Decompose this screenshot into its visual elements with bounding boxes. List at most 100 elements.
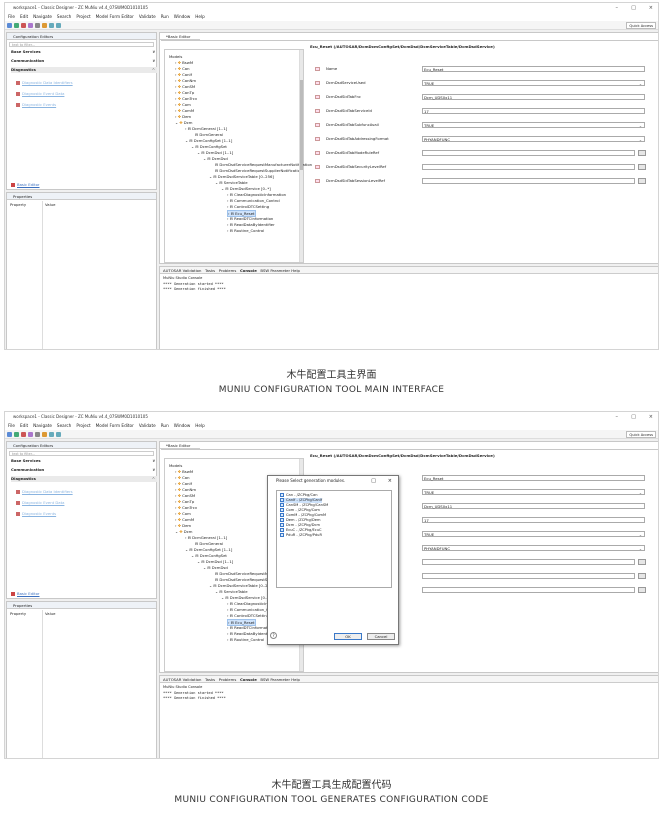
tree-item[interactable]: › ✤ Can	[175, 475, 190, 480]
mode-rule-ref-input[interactable]	[422, 150, 635, 156]
tree-item[interactable]: › ⊟ DcmGeneral [1..1]	[185, 126, 227, 131]
menu-search[interactable]: Search	[57, 14, 71, 19]
category-base-services[interactable]: Base Services ¥	[11, 49, 157, 55]
browse-button[interactable]	[638, 559, 646, 565]
tree-item[interactable]: ⌄ ⊟ DcmDsd [1..1]	[197, 559, 233, 564]
tree-item[interactable]: › ⊟ ControlDTCSetting	[227, 613, 269, 618]
tab-problems[interactable]: Problems	[219, 268, 237, 273]
tree-item[interactable]: ⌄ ⊟ DcmDsdServiceTable [0..256]	[209, 583, 274, 588]
forward-icon[interactable]	[56, 432, 61, 437]
service-id-input[interactable]: 17	[422, 108, 645, 114]
generate-icon[interactable]	[28, 23, 33, 28]
tab-autosar-validation[interactable]: AUTOSAR Validation	[163, 268, 201, 273]
tree-item[interactable]: ⌄ ⊟ DcmConfigSet [1..1]	[185, 547, 232, 552]
tree-item[interactable]: › ⊟ ReadDTCInformation	[227, 216, 273, 221]
link-diagnostic-event-data[interactable]: Diagnostic Event Data	[16, 500, 64, 505]
run-icon[interactable]	[42, 432, 47, 437]
tree-item[interactable]: ⊟ DcmDsdServiceRequestManufacturerNotifi…	[215, 162, 312, 167]
mode-rule-ref-input[interactable]	[422, 559, 635, 565]
security-level-ref-input[interactable]	[422, 573, 635, 579]
save-icon[interactable]	[14, 23, 19, 28]
models-tree[interactable]: Models › ✤ BswM › ✤ Can › ✤ CanIf › ✤ Ca…	[164, 49, 312, 263]
menu-run[interactable]: Run	[161, 423, 169, 428]
close-button[interactable]: ×	[649, 3, 653, 13]
subfunc-avail-select[interactable]: TRUE ⌄	[422, 122, 645, 128]
tree-item[interactable]: › ✤ CanTp	[175, 499, 194, 504]
back-icon[interactable]	[49, 432, 54, 437]
tree-item[interactable]: › ✤ CanIf	[175, 72, 192, 77]
tree-item[interactable]: ⌄ ⊟ DcmConfigSet [1..1]	[185, 138, 232, 143]
menu-window[interactable]: Window	[174, 14, 191, 19]
tree-item[interactable]: › ✤ Com	[175, 102, 191, 107]
tree-item[interactable]: ⊟ DcmGeneral	[195, 541, 223, 546]
menu-window[interactable]: Window	[174, 423, 191, 428]
menu-validate[interactable]: Validate	[139, 423, 156, 428]
category-diagnostics[interactable]: Diagnostics ^	[11, 476, 157, 482]
link-diagnostic-data-identifiers[interactable]: Diagnostic Data Identifiers	[16, 489, 73, 494]
tree-item[interactable]: ⌄ ⊟ DcmDsdService [0..*]	[221, 595, 271, 600]
menu-file[interactable]: File	[8, 14, 15, 19]
properties-tab[interactable]: Properties	[7, 602, 156, 609]
save-icon[interactable]	[14, 432, 19, 437]
link-diagnostic-events[interactable]: Diagnostic Events	[16, 511, 56, 516]
close-button[interactable]: ×	[649, 412, 653, 422]
tree-item[interactable]: › ✤ Dem	[175, 114, 191, 119]
generate-icon[interactable]	[28, 432, 33, 437]
category-diagnostics[interactable]: Diagnostics ^	[11, 67, 157, 73]
addressing-format-select[interactable]: PHYANDFUNC ⌄	[422, 136, 645, 142]
tree-item[interactable]: ⌄ ⊟ DcmDsdService [0..*]	[221, 186, 271, 191]
tree-item[interactable]: › ✤ CanNm	[175, 487, 196, 492]
tree-item[interactable]: › ✤ ComM	[175, 108, 194, 113]
ok-button[interactable]: OK	[334, 633, 362, 640]
tree-item[interactable]: › ⊟ Routine_Control	[227, 637, 264, 642]
menu-project[interactable]: Project	[76, 423, 90, 428]
tree-item[interactable]: › ✤ ComM	[175, 517, 194, 522]
addressing-format-select[interactable]: PHYANDFUNC ⌄	[422, 545, 645, 551]
tree-item[interactable]: › ✤ CanTp	[175, 90, 194, 95]
back-icon[interactable]	[49, 23, 54, 28]
tree-item[interactable]: › ✤ CanSM	[175, 493, 195, 498]
link-diagnostic-events[interactable]: Diagnostic Events	[16, 102, 56, 107]
tree-item[interactable]: › ✤ BswM	[175, 60, 193, 65]
browse-button[interactable]	[638, 587, 646, 593]
forward-icon[interactable]	[56, 23, 61, 28]
tab-autosar-validation[interactable]: AUTOSAR Validation	[163, 677, 201, 682]
settings-icon[interactable]	[35, 23, 40, 28]
maximize-button[interactable]: □	[631, 3, 636, 13]
tree-item[interactable]: › ✤ CanTrcv	[175, 96, 197, 101]
tab-console[interactable]: Console	[240, 268, 257, 273]
configuration-editors-tab[interactable]: Configuration Editors	[7, 442, 156, 449]
link-diagnostic-event-data[interactable]: Diagnostic Event Data	[16, 91, 64, 96]
tree-item[interactable]: ⌄ ⊟ DcmDsd	[203, 156, 228, 161]
security-level-ref-input[interactable]	[422, 164, 635, 170]
menu-project[interactable]: Project	[76, 14, 90, 19]
service-used-select[interactable]: TRUE ⌄	[422, 489, 645, 495]
name-input[interactable]: Ecu_Reset	[422, 475, 645, 481]
tree-item[interactable]: › ⊟ ReadDataByIdentifier	[227, 222, 275, 227]
menu-help[interactable]: Help	[195, 14, 205, 19]
tree-scrollbar[interactable]	[299, 50, 303, 262]
filter-input[interactable]: text to filter...	[9, 42, 154, 47]
tree-item[interactable]: › ✤ CanNm	[175, 78, 196, 83]
minimize-button[interactable]: –	[616, 3, 619, 13]
menu-help[interactable]: Help	[195, 423, 205, 428]
settings-icon[interactable]	[35, 432, 40, 437]
session-level-ref-input[interactable]	[422, 178, 635, 184]
tree-item[interactable]: › ⊟ DcmGeneral [1..1]	[185, 535, 227, 540]
new-icon[interactable]	[7, 23, 12, 28]
cancel-button[interactable]: Cancel	[367, 633, 395, 640]
tab-bsw-parameter-help[interactable]: BSW Parameter Help	[260, 268, 300, 273]
maximize-button[interactable]: □	[631, 412, 636, 422]
tree-item[interactable]: › ✤ Can	[175, 66, 190, 71]
tab-tasks[interactable]: Tasks	[205, 268, 215, 273]
category-communication[interactable]: Communication ¥	[11, 58, 157, 64]
tree-item[interactable]: ⌄ ✤ Dcm	[175, 120, 193, 125]
link-diagnostic-data-identifiers[interactable]: Diagnostic Data Identifiers	[16, 80, 73, 85]
basic-editor-link[interactable]: Basic Editor	[11, 591, 40, 596]
category-communication[interactable]: Communication ¥	[11, 467, 157, 473]
tree-item[interactable]: › ⊟ Routine_Control	[227, 228, 264, 233]
tree-item[interactable]: ⌄ ⊟ DcmConfigSet	[191, 553, 227, 558]
tree-item[interactable]: ⌄ ⊟ ServiceTable	[215, 180, 248, 185]
quick-access-button[interactable]: Quick Access	[626, 22, 656, 29]
menu-edit[interactable]: Edit	[20, 14, 28, 19]
